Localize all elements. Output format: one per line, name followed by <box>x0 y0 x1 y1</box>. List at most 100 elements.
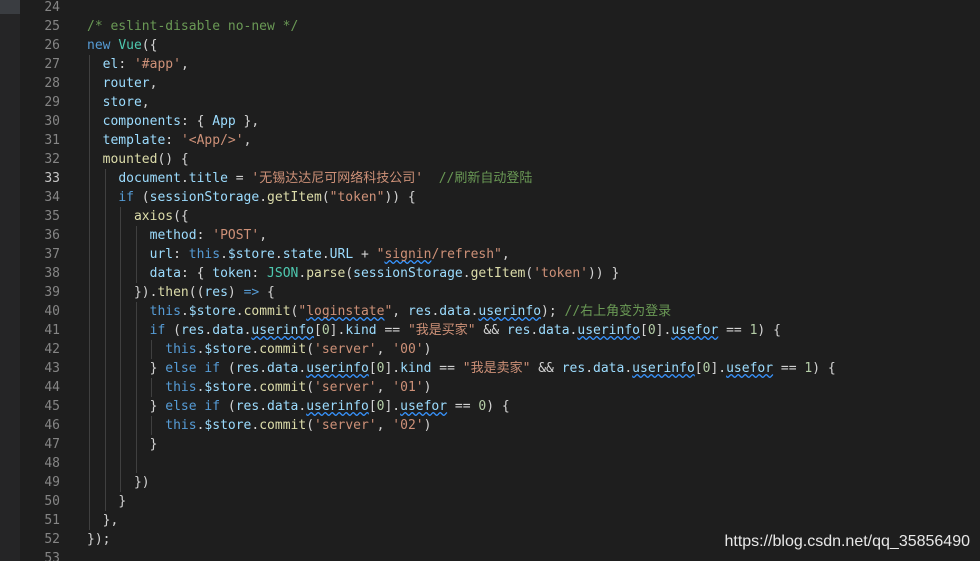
indent-guide <box>135 378 137 397</box>
code-line[interactable]: 33 document.title = '无锡达达尼可网络科技公司' //刷新自… <box>20 169 980 188</box>
code-token: . <box>259 361 268 376</box>
indent-guide <box>151 340 153 359</box>
editor-left-strip <box>0 0 20 561</box>
code-token: ( <box>133 190 150 205</box>
code-token: ) { <box>757 323 781 338</box>
code-token: /refresh" <box>431 247 502 262</box>
line-code: template: '<App/>', <box>87 131 251 150</box>
code-line[interactable]: 47 } <box>20 435 980 454</box>
indent-guide <box>120 283 122 302</box>
line-code: }) <box>87 473 150 492</box>
code-line[interactable]: 32 mounted() { <box>20 150 980 169</box>
code-line[interactable]: 38 data: { token: JSON.parse(sessionStor… <box>20 264 980 283</box>
indent-guide <box>135 321 137 340</box>
code-lines[interactable]: 24 25 /* eslint-disable no-new */ 26 new Vue… <box>20 0 980 561</box>
code-token: . <box>274 247 283 262</box>
code-line[interactable]: 43 } else if (res.data.userinfo[0].kind … <box>20 359 980 378</box>
indent-guide <box>120 302 122 321</box>
code-line[interactable]: 44 this.$store.commit('server', '01') <box>20 378 980 397</box>
indent-guide <box>120 435 122 454</box>
code-line[interactable]: 35 axios({ <box>20 207 980 226</box>
code-token: '01' <box>392 380 424 395</box>
code-token: (( <box>188 285 205 300</box>
indent-guide <box>135 226 137 245</box>
indent-guide <box>104 397 106 416</box>
code-line[interactable]: 28 router, <box>20 74 980 93</box>
code-token: userinfo <box>632 361 695 376</box>
code-token: mounted <box>102 152 158 167</box>
code-token: this <box>188 247 221 262</box>
code-line[interactable]: 24 <box>20 0 980 17</box>
line-code: new Vue({ <box>87 36 157 55</box>
code-token: . <box>298 361 307 376</box>
code-token: 'token' <box>533 266 588 281</box>
line-code: if (res.data.userinfo[0].kind == "我是买家" … <box>87 321 781 340</box>
indent-guide <box>104 264 106 283</box>
code-line[interactable]: 42 this.$store.commit('server', '00') <box>20 340 980 359</box>
code-token: signin <box>384 247 432 262</box>
indent-guide <box>135 435 137 454</box>
code-token: && <box>475 323 507 338</box>
code-token: "我是卖家" <box>462 361 531 376</box>
code-token: . <box>235 304 244 319</box>
indent-guide <box>135 359 137 378</box>
code-line[interactable]: 34 if (sessionStorage.getItem("token")) … <box>20 188 980 207</box>
code-token: ) <box>423 418 432 433</box>
line-number: 27 <box>44 57 60 72</box>
code-token: res <box>235 399 260 414</box>
line-number: 26 <box>44 38 60 53</box>
code-token: && <box>530 361 562 376</box>
code-token: ( <box>321 190 330 205</box>
code-token: . <box>220 247 228 262</box>
code-token: == <box>376 323 408 338</box>
code-token: res <box>407 304 432 319</box>
line-number: 31 <box>44 133 60 148</box>
code-line[interactable]: 30 components: { App }, <box>20 112 980 131</box>
indent-guide <box>89 55 90 74</box>
code-editor[interactable]: 24 25 /* eslint-disable no-new */ 26 new Vue… <box>0 0 980 561</box>
code-line[interactable]: 45 } else if (res.data.userinfo[0].usefo… <box>20 397 980 416</box>
code-token: commit <box>259 380 307 395</box>
code-line[interactable]: 41 if (res.data.userinfo[0].kind == "我是买… <box>20 321 980 340</box>
indent-guide <box>104 302 106 321</box>
indent-guide <box>89 283 90 302</box>
line-number: 49 <box>44 475 60 490</box>
line-number: 32 <box>44 152 60 167</box>
indent-guide <box>120 378 122 397</box>
code-line[interactable]: 37 url: this.$store.state.URL + "signin/… <box>20 245 980 264</box>
code-token: commit <box>243 304 291 319</box>
code-token: kind <box>400 361 432 376</box>
indent-guide <box>135 264 137 283</box>
code-line[interactable]: 29 store, <box>20 93 980 112</box>
code-line[interactable]: 40 this.$store.commit("loginstate", res.… <box>20 302 980 321</box>
code-line[interactable]: 49 }) <box>20 473 980 492</box>
code-token: App <box>212 114 236 129</box>
code-line[interactable]: 46 this.$store.commit('server', '02') <box>20 416 980 435</box>
line-number: 39 <box>44 285 60 300</box>
code-line[interactable]: 48 <box>20 454 980 473</box>
code-line[interactable]: 50 } <box>20 492 980 511</box>
code-token: . <box>462 266 471 281</box>
code-token: this <box>165 418 197 433</box>
code-line[interactable]: 39 }).then((res) => { <box>20 283 980 302</box>
line-number: 44 <box>44 380 60 395</box>
code-line[interactable]: 31 template: '<App/>', <box>20 131 980 150</box>
code-line[interactable]: 51 }, <box>20 511 980 530</box>
code-token: ) <box>423 342 432 357</box>
code-line[interactable]: 26 new Vue({ <box>20 36 980 55</box>
code-token: commit <box>259 418 307 433</box>
code-line[interactable]: 36 method: 'POST', <box>20 226 980 245</box>
line-code: }, <box>87 511 118 530</box>
indent-guide <box>89 302 90 321</box>
code-line[interactable]: 25 /* eslint-disable no-new */ <box>20 17 980 36</box>
code-token: this <box>165 380 197 395</box>
code-line[interactable]: 27 el: '#app', <box>20 55 980 74</box>
